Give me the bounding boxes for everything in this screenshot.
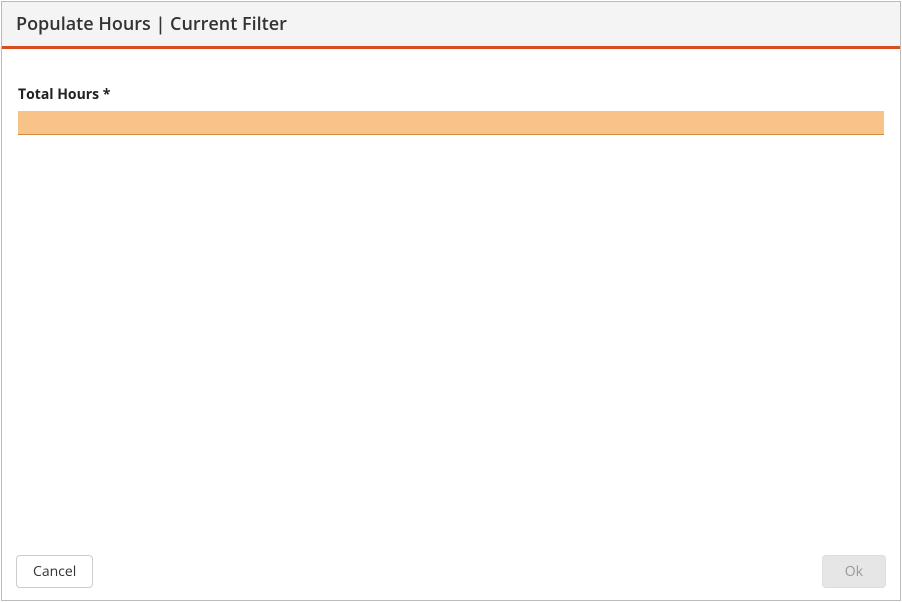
cancel-button[interactable]: Cancel: [16, 555, 93, 588]
total-hours-input[interactable]: [18, 111, 884, 135]
dialog-title: Populate Hours | Current Filter: [2, 2, 900, 49]
dialog-body: Total Hours *: [2, 49, 900, 545]
dialog-footer: Cancel Ok: [2, 545, 900, 600]
populate-hours-dialog: Populate Hours | Current Filter Total Ho…: [1, 1, 901, 601]
ok-button[interactable]: Ok: [822, 555, 886, 588]
total-hours-label: Total Hours *: [18, 85, 884, 104]
